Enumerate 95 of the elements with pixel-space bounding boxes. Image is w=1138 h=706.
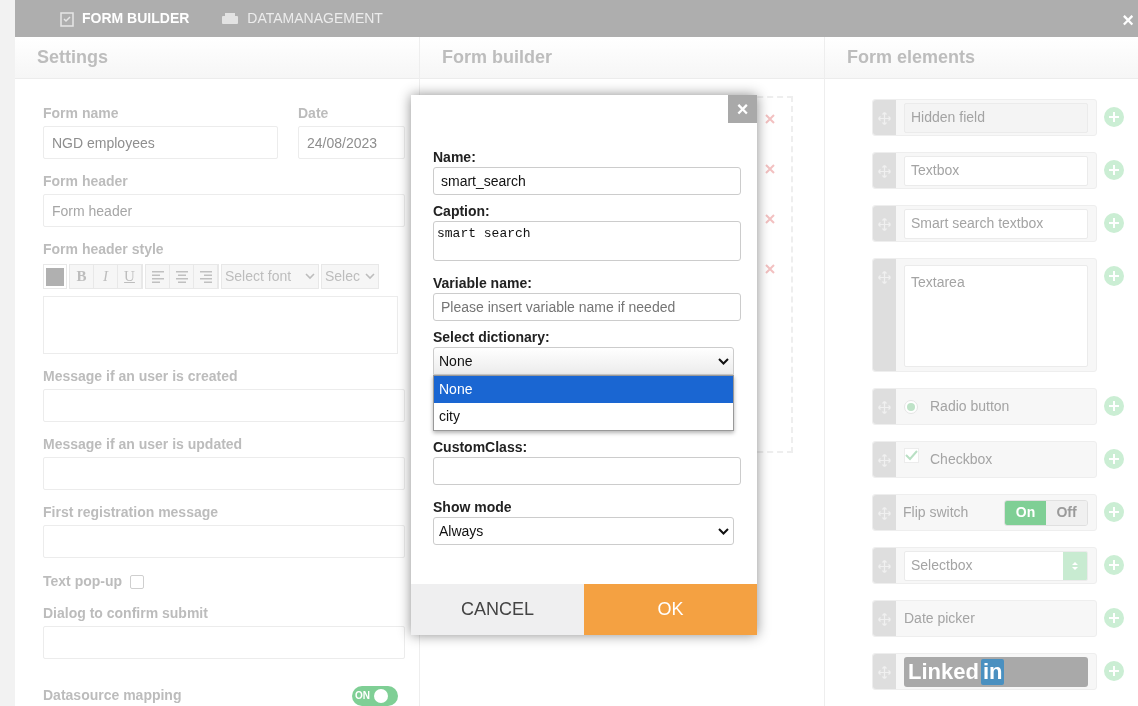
element-card[interactable]: Date picker xyxy=(872,600,1097,637)
element-card[interactable]: Selectbox xyxy=(872,547,1097,584)
align-center-icon xyxy=(174,269,189,284)
checkbox-icon xyxy=(60,10,74,27)
plus-icon xyxy=(1109,165,1119,175)
tab[interactable]: FORM BUILDER xyxy=(60,8,190,29)
color-picker[interactable] xyxy=(43,264,67,289)
plus-icon xyxy=(1109,560,1119,570)
add-button[interactable] xyxy=(1104,449,1124,469)
plus-icon xyxy=(1109,666,1119,676)
format-button[interactable]: U xyxy=(118,265,142,288)
text-area[interactable]: smart search xyxy=(433,221,741,261)
field-label: CustomClass: xyxy=(433,438,529,457)
select-box: Selectbox xyxy=(904,550,1088,581)
element-card[interactable]: Linked in xyxy=(872,653,1097,690)
text-field: Hidden field xyxy=(904,102,1088,133)
add-button[interactable] xyxy=(1104,213,1124,233)
flip-switch: On Off xyxy=(1004,499,1088,526)
add-button[interactable] xyxy=(1104,608,1124,628)
field-label: Message if an user is updated xyxy=(43,435,244,454)
delete-icon xyxy=(765,164,775,174)
field-label: Name: xyxy=(433,148,477,167)
align-left-icon xyxy=(150,269,165,284)
chevron-down-icon xyxy=(365,273,375,280)
plus-icon xyxy=(1109,507,1119,517)
size-select[interactable]: Selec xyxy=(321,264,379,289)
add-button[interactable] xyxy=(1104,266,1124,286)
text-field[interactable] xyxy=(433,457,741,485)
dropdown-option[interactable]: city xyxy=(434,403,733,430)
element-card[interactable]: Radio button xyxy=(872,388,1097,425)
text-area: Textarea xyxy=(904,265,1088,367)
field-label: Select dictionary: xyxy=(433,328,551,347)
element-card[interactable]: Smart search textbox xyxy=(872,205,1097,242)
field-label: Form header xyxy=(43,172,129,191)
close-button[interactable]: × xyxy=(1122,10,1134,30)
field-label: Form header style xyxy=(43,240,165,259)
text-field[interactable]: Please insert variable name if needed xyxy=(433,293,741,321)
element-card[interactable]: Textarea xyxy=(872,258,1097,372)
field-label: Text pop-up xyxy=(43,572,123,591)
ok-button[interactable]: OK xyxy=(584,584,757,635)
option-label: Checkbox xyxy=(930,450,993,469)
plus-icon xyxy=(1109,401,1119,411)
close-button[interactable]: × xyxy=(728,95,757,123)
field-label: Date xyxy=(298,104,330,123)
add-button[interactable] xyxy=(1104,661,1124,681)
plus-icon xyxy=(1109,271,1119,281)
align-right-icon xyxy=(198,269,213,284)
field-label: Form name xyxy=(43,104,120,123)
element-card[interactable]: Hidden field xyxy=(872,99,1097,136)
add-button[interactable] xyxy=(1104,160,1124,180)
sort-arrows-icon xyxy=(1072,560,1078,571)
chevron-down-icon xyxy=(718,357,729,365)
field-label: Datasource mapping xyxy=(43,686,182,705)
field-label: Date picker xyxy=(904,609,975,628)
text-field: Textbox xyxy=(904,155,1088,186)
dropdown[interactable]: None xyxy=(433,347,734,375)
option-label: Radio button xyxy=(930,397,1010,416)
add-button[interactable] xyxy=(1104,396,1124,416)
field-label: Flip switch xyxy=(903,503,969,522)
delete-icon xyxy=(765,214,775,224)
tab[interactable]: DATAMANAGEMENT xyxy=(221,8,383,29)
cancel-button[interactable]: CANCEL xyxy=(411,584,584,635)
text-field: Smart search textbox xyxy=(904,208,1088,239)
chevron-down-icon xyxy=(718,527,729,535)
toggle-switch[interactable]: ON xyxy=(352,685,398,706)
field-label: Message if an user is created xyxy=(43,367,239,386)
element-card[interactable]: Textbox xyxy=(872,152,1097,189)
add-button[interactable] xyxy=(1104,555,1124,575)
date-field[interactable]: 24/08/2023 xyxy=(298,126,405,159)
dropdown-option[interactable]: None xyxy=(434,376,733,403)
format-button[interactable]: B xyxy=(70,265,94,288)
plus-icon xyxy=(1109,112,1119,122)
plus-icon xyxy=(1109,218,1119,228)
field-label: Dialog to confirm submit xyxy=(43,604,209,623)
plus-icon xyxy=(1109,613,1119,623)
field-label: Variable name: xyxy=(433,274,533,293)
text-field[interactable]: NGD employees xyxy=(43,126,278,159)
format-button[interactable]: I xyxy=(94,265,118,288)
delete-icon xyxy=(765,114,775,124)
tray-icon xyxy=(221,12,240,25)
field-label: Caption: xyxy=(433,202,491,221)
add-button[interactable] xyxy=(1104,107,1124,127)
field-label: First registration message xyxy=(43,503,220,522)
chevron-down-icon xyxy=(305,273,315,280)
field-label: Show mode xyxy=(433,498,513,517)
font-select[interactable]: Select font xyxy=(221,264,319,289)
element-card[interactable]: Flip switch On Off xyxy=(872,494,1097,531)
delete-icon xyxy=(765,264,775,274)
add-button[interactable] xyxy=(1104,502,1124,522)
text-field[interactable]: smart_search xyxy=(433,167,741,195)
checkbox[interactable] xyxy=(130,574,145,589)
element-card[interactable]: Checkbox xyxy=(872,441,1097,478)
plus-icon xyxy=(1109,454,1119,464)
dropdown[interactable]: Always xyxy=(433,517,734,545)
linkedin-logo: Linked in xyxy=(904,656,1088,687)
